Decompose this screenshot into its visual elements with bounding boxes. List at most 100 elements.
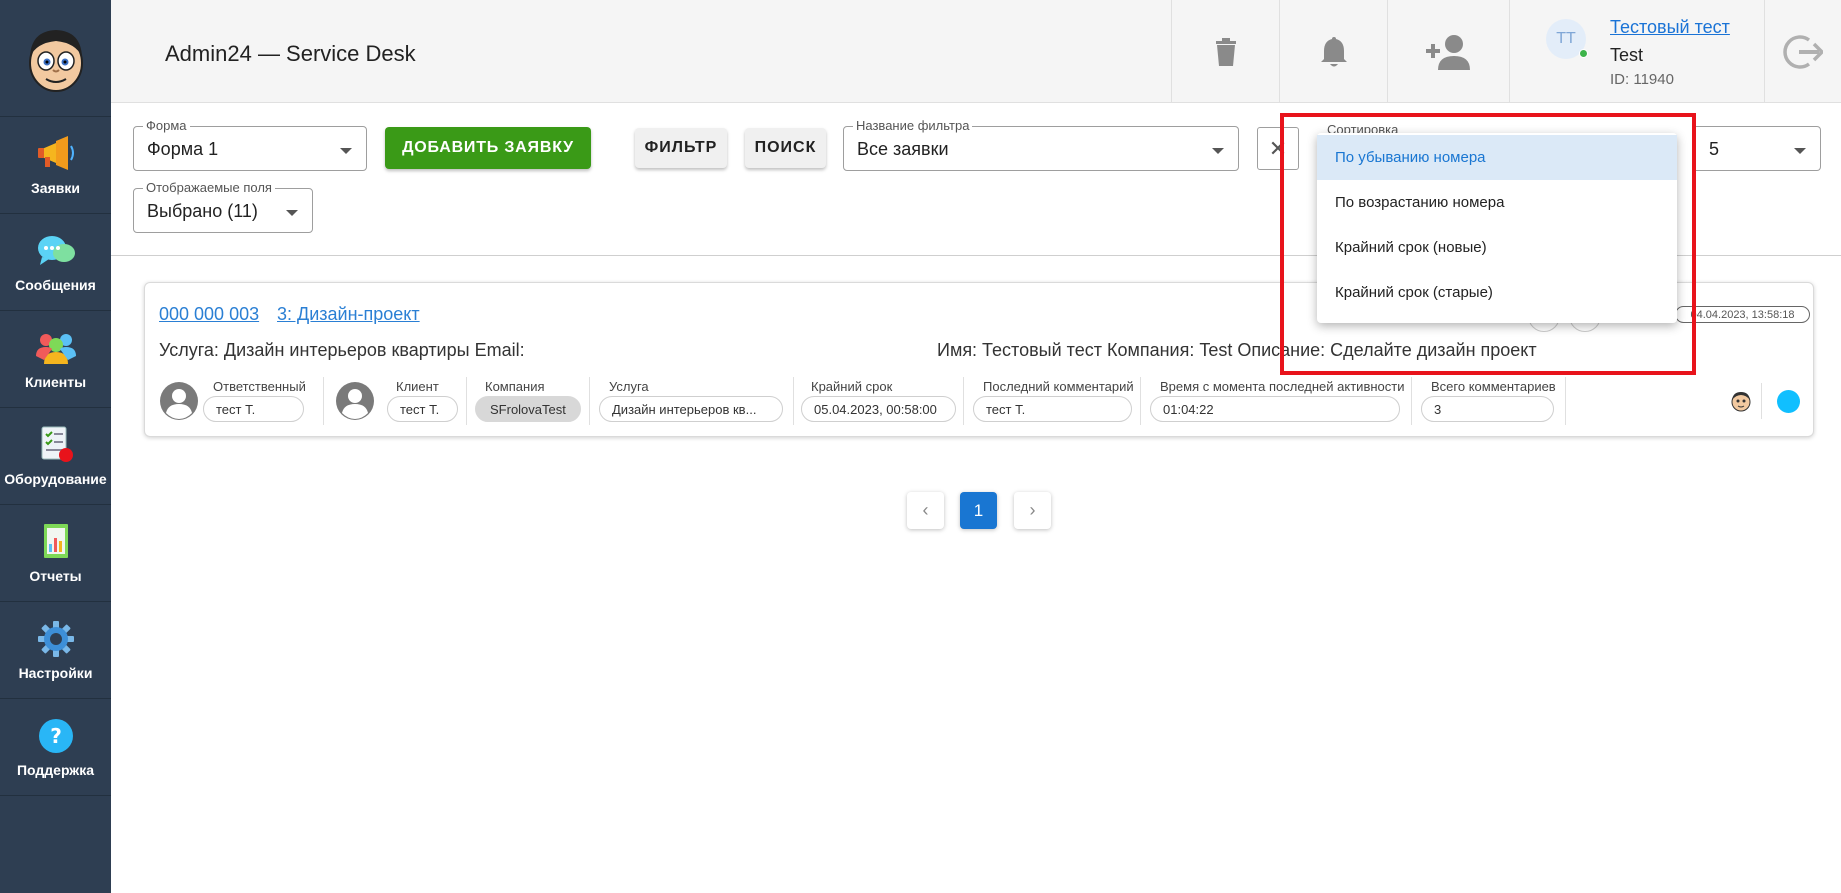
person-icon — [336, 382, 374, 420]
field-value: 05.04.2023, 00:58:00 — [801, 396, 956, 422]
field-separator — [1565, 377, 1566, 425]
sidebar-item-equipment[interactable]: Оборудование — [0, 408, 111, 505]
notifications-button[interactable] — [1279, 0, 1387, 103]
sidebar-item-label: Настройки — [18, 665, 93, 681]
page-title: Admin24 — Service Desk — [165, 41, 416, 66]
visible-fields-select[interactable]: Отображаемые поля Выбрано (11) — [133, 180, 313, 233]
status-indicator-dot — [1777, 390, 1800, 413]
bell-icon — [1320, 36, 1347, 66]
form-select-label: Форма — [143, 118, 190, 133]
field-separator — [963, 377, 964, 425]
per-page-value: 5 — [1709, 139, 1720, 159]
field-label: Последний комментарий — [983, 379, 1134, 394]
form-select-value: Форма 1 — [147, 139, 219, 159]
logout-button[interactable] — [1764, 0, 1841, 103]
user-id: ID: 11940 — [1610, 71, 1674, 88]
field-value: тест Т. — [203, 396, 304, 422]
field-value: Дизайн интерьеров кв... — [599, 396, 783, 422]
online-status-dot — [1579, 49, 1588, 58]
previous-page-button[interactable]: ‹ — [907, 492, 944, 529]
gear-icon — [37, 621, 74, 657]
field-separator — [589, 377, 590, 425]
sort-option-number-asc[interactable]: По возрастанию номера — [1317, 180, 1677, 225]
user-name-link[interactable]: Тестовый тест — [1610, 17, 1730, 38]
sort-dropdown-menu: По убыванию номера По возрастанию номера… — [1317, 133, 1677, 323]
field-separator — [1140, 377, 1141, 425]
add-user-icon — [1425, 34, 1470, 70]
sidebar-item-clients[interactable]: Клиенты — [0, 311, 111, 408]
report-chart-icon — [43, 524, 68, 558]
add-user-button[interactable] — [1387, 0, 1509, 103]
sidebar-item-label: Оборудование — [4, 471, 107, 487]
filter-name-value: Все заявки — [857, 139, 949, 159]
field-separator — [323, 377, 324, 425]
sort-select-label: Сортировка — [1327, 122, 1399, 133]
person-icon — [160, 382, 198, 420]
logo[interactable] — [0, 0, 111, 117]
visible-fields-label: Отображаемые поля — [143, 180, 275, 195]
sort-option-deadline-old[interactable]: Крайний срок (старые) — [1317, 270, 1677, 315]
field-value: тест Т. — [387, 396, 458, 422]
sidebar-item-reports[interactable]: Отчеты — [0, 505, 111, 602]
field-label: Крайний срок — [811, 379, 893, 394]
sort-select[interactable]: Сортировка — [1317, 117, 1677, 133]
sidebar-item-label: Заявки — [31, 180, 80, 196]
filter-name-label: Название фильтра — [853, 118, 973, 133]
sidebar-item-label: Поддержка — [16, 762, 95, 778]
field-separator — [793, 377, 794, 425]
field-value: 01:04:22 — [1150, 396, 1400, 422]
add-ticket-button[interactable]: ДОБАВИТЬ ЗАЯВКУ — [385, 127, 591, 169]
field-label: Всего комментариев — [1431, 379, 1556, 394]
help-icon: ? — [38, 719, 73, 753]
sort-option-deadline-new[interactable]: Крайний срок (новые) — [1317, 225, 1677, 270]
sidebar-item-support[interactable]: ? Поддержка — [0, 699, 111, 796]
sort-option-number-desc[interactable]: По убыванию номера — [1317, 135, 1677, 180]
megaphone-icon — [37, 136, 74, 170]
user-profile: TT Тестовый тест Test ID: 11940 — [1509, 0, 1764, 103]
field-value: 3 — [1421, 396, 1554, 422]
field-separator — [1411, 377, 1412, 425]
form-select[interactable]: Форма Форма 1 — [133, 118, 367, 171]
sidebar: Заявки Сообщения Клиенты Оборудование От… — [0, 0, 111, 893]
field-separator — [1761, 383, 1762, 419]
sidebar-item-label: Отчеты — [29, 568, 82, 584]
trash-button[interactable] — [1171, 0, 1279, 103]
field-label: Ответственный — [213, 379, 306, 394]
ticket-date-badge: 04.04.2023, 13:58:18 — [1675, 306, 1810, 323]
next-page-button[interactable]: › — [1014, 492, 1051, 529]
checklist-icon — [41, 426, 73, 462]
sidebar-item-tickets[interactable]: Заявки — [0, 117, 111, 214]
ticket-number-link[interactable]: 000 000 003 — [159, 304, 259, 325]
per-page-select[interactable]: 5 — [1696, 126, 1821, 171]
sidebar-item-messages[interactable]: Сообщения — [0, 214, 111, 311]
ticket-title-link[interactable]: 3: Дизайн-проект — [277, 304, 420, 325]
clear-filter-button[interactable]: ✕ — [1257, 127, 1299, 170]
field-label: Услуга — [609, 379, 649, 394]
people-icon — [35, 334, 76, 364]
chat-bubbles-icon — [37, 236, 75, 265]
field-separator — [466, 377, 467, 425]
cartoon-face-logo-icon — [28, 30, 83, 92]
sidebar-item-label: Сообщения — [15, 277, 96, 293]
trash-icon — [1215, 37, 1236, 66]
page-button-current[interactable]: 1 — [960, 492, 997, 529]
chevron-down-icon — [286, 210, 298, 216]
chevron-down-icon — [340, 148, 352, 154]
user-login: Test — [1610, 45, 1644, 65]
filter-name-select[interactable]: Название фильтра Все заявки — [843, 118, 1239, 171]
top-header: Admin24 — Service Desk TT Тестовый тест … — [111, 0, 1841, 103]
field-label: Компания — [485, 379, 545, 394]
user-face-icon — [1731, 392, 1751, 412]
field-value: SFrolovaTest — [475, 396, 581, 422]
ticket-description: Услуга: Дизайн интерьеров квартиры Email… — [159, 340, 525, 360]
search-button[interactable]: ПОИСК — [745, 128, 826, 168]
field-value: тест Т. — [973, 396, 1132, 422]
ticket-description-continued: Имя: Тестовый тест Компания: Test Описан… — [937, 340, 1537, 360]
chevron-down-icon — [1794, 148, 1806, 154]
visible-fields-value: Выбрано (11) — [147, 201, 258, 221]
sidebar-item-settings[interactable]: Настройки — [0, 602, 111, 699]
filter-button[interactable]: ФИЛЬТР — [635, 128, 727, 168]
chevron-down-icon — [1212, 148, 1224, 154]
logout-icon — [1783, 34, 1823, 69]
sidebar-item-label: Клиенты — [24, 374, 87, 390]
